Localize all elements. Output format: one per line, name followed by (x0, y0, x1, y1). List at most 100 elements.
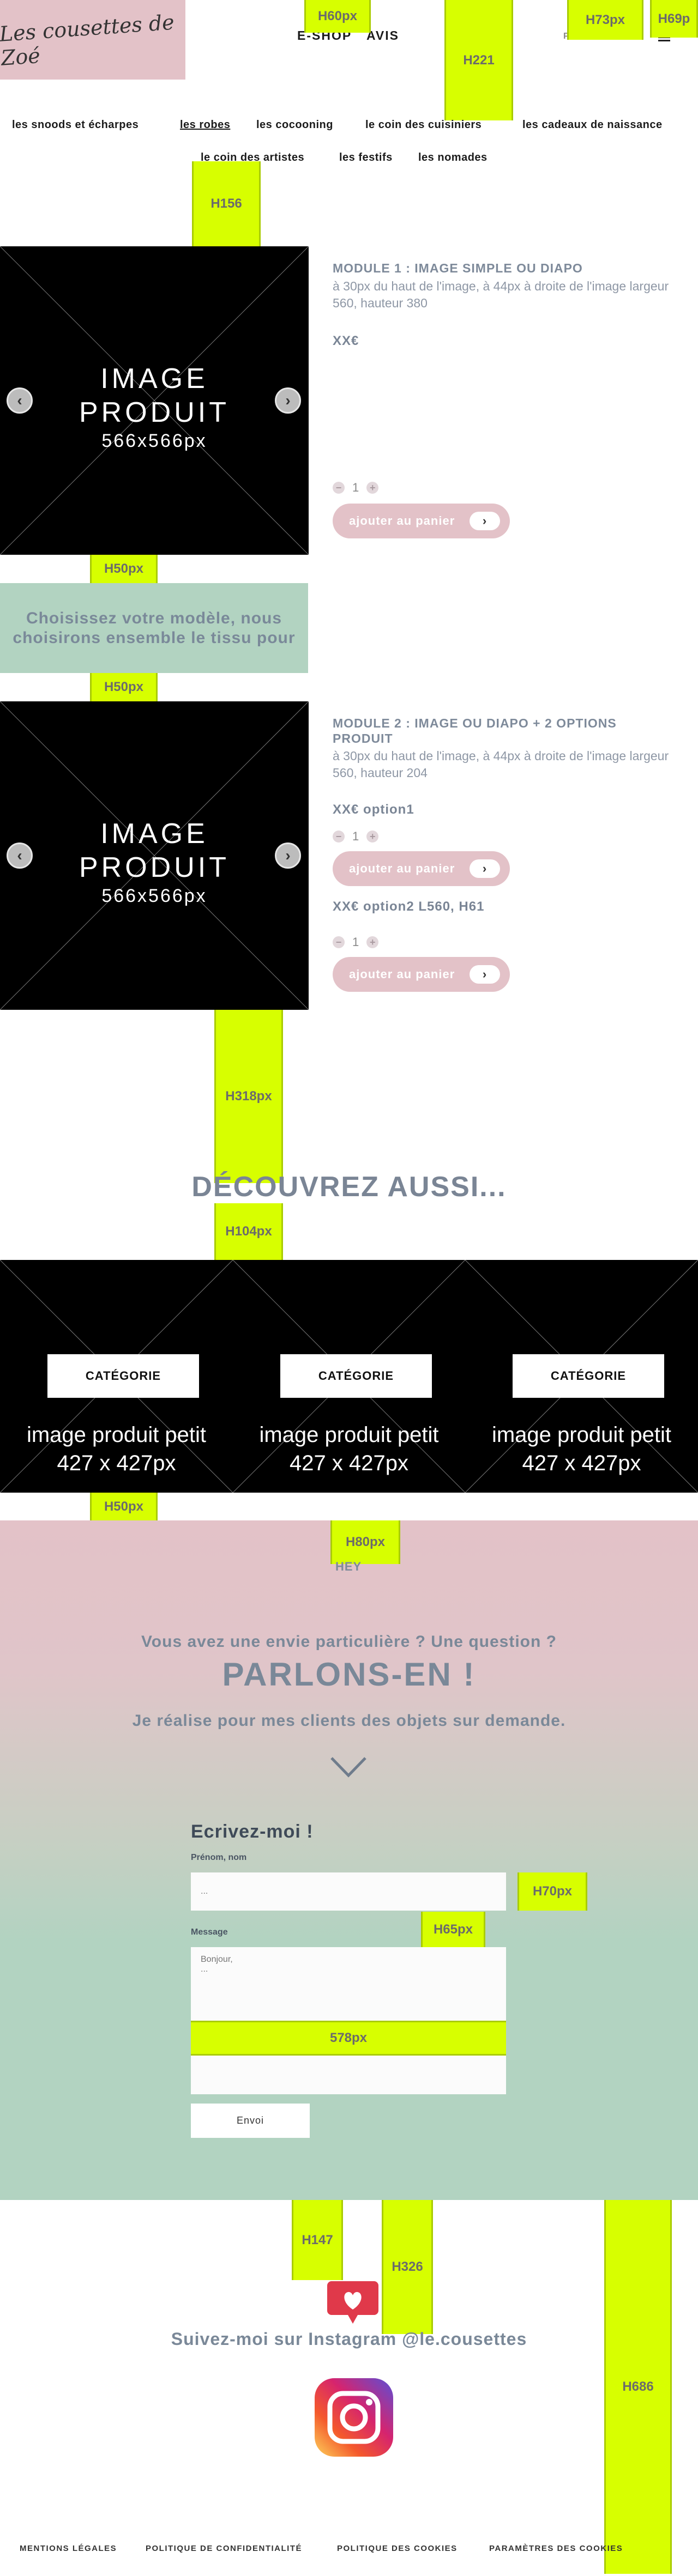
carousel-next-icon[interactable]: › (275, 842, 301, 869)
card-label: image produit petit (26, 1423, 207, 1447)
discover-heading: DÉCOUVREZ AUSSI... (191, 1171, 507, 1203)
spec-h686: H686 (604, 2200, 672, 2574)
category-button[interactable]: CATÉGORIE (280, 1354, 432, 1398)
image-size: 566x566px (101, 886, 207, 906)
footer-cookies-settings[interactable]: PARAMÈTRES DES COOKIES (489, 2544, 623, 2553)
add-to-cart-label: ajouter au panier (349, 862, 455, 875)
module2-desc: à 30px du haut de l'image, à 44px à droi… (333, 749, 669, 780)
contact-headline: PARLONS-EN ! (222, 1656, 476, 1693)
quantity-value: 1 (352, 935, 359, 949)
cat-festifs[interactable]: les festifs (339, 151, 393, 164)
card-label: image produit petit (491, 1423, 672, 1447)
card-size: 427 x 427px (522, 1451, 641, 1475)
nav-avis[interactable]: AVIS (366, 28, 399, 43)
hey-label: HEY (335, 1560, 362, 1573)
image-label-2: PRODUIT (79, 397, 230, 428)
carousel-prev-icon[interactable]: ‹ (7, 387, 33, 414)
plus-icon[interactable]: + (366, 831, 379, 842)
quantity-stepper[interactable]: − 1 + (333, 481, 379, 495)
site-logo[interactable]: Les cousettes de Zoé (0, 0, 185, 80)
image-label-1: IMAGE (100, 818, 208, 850)
category-button[interactable]: CATÉGORIE (47, 1354, 199, 1398)
module2-title: MODULE 2 : IMAGE OU DIAPO + 2 OPTIONS PR… (333, 716, 617, 745)
instagram-text: Suivez-moi sur Instagram @le.cousettes (171, 2329, 527, 2349)
minus-icon[interactable]: − (333, 936, 345, 948)
chevron-right-icon: › (470, 859, 500, 878)
module1-desc: à 30px du haut de l'image, à 44px à droi… (333, 279, 669, 310)
plus-icon[interactable]: + (366, 936, 379, 948)
cat-cocooning[interactable]: les cocooning (256, 119, 333, 131)
product-image-2[interactable]: IMAGE PRODUIT 566x566px ‹ › (0, 701, 309, 1010)
category-card-3[interactable]: CATÉGORIE image produit petit 427 x 427p… (465, 1260, 698, 1493)
cat-robes[interactable]: les robes (180, 119, 230, 131)
spec-h69: H69p (650, 0, 698, 38)
cat-naissance[interactable]: les cadeaux de naissance (522, 119, 663, 131)
name-field[interactable] (191, 1872, 506, 1911)
heart-like-icon (327, 2281, 378, 2324)
add-to-cart-button[interactable]: ajouter au panier › (333, 504, 510, 538)
card-size: 427 x 427px (57, 1451, 176, 1475)
spec-h221: H221 (444, 0, 513, 120)
plus-icon[interactable]: + (366, 482, 379, 494)
add-to-cart-label: ajouter au panier (349, 967, 455, 981)
image-label-1: IMAGE (100, 363, 208, 395)
spec-h65: H65px (421, 1912, 485, 1947)
option1-quantity-stepper[interactable]: − 1 + (333, 829, 379, 844)
send-button[interactable]: Envoi (191, 2104, 310, 2138)
spec-h60: H60px (304, 0, 371, 33)
message-label: Message (191, 1928, 228, 1937)
spec-h147: H147 (292, 2200, 343, 2280)
name-label: Prénom, nom (191, 1853, 247, 1862)
image-size: 566x566px (101, 431, 207, 451)
contact-subline: Je réalise pour mes clients des objets s… (132, 1712, 566, 1730)
spec-h318: H318px (214, 1010, 283, 1183)
minus-icon[interactable]: − (333, 831, 345, 842)
choose-banner: Choisissez votre modèle, nous choisirons… (0, 583, 308, 673)
product-image-1[interactable]: IMAGE PRODUIT 566x566px ‹ › (0, 246, 309, 555)
option2-add-to-cart-button[interactable]: ajouter au panier › (333, 957, 510, 992)
module1-price: XX€ (333, 334, 359, 348)
category-button[interactable]: CATÉGORIE (513, 1354, 664, 1398)
footer-cookies-policy[interactable]: POLITIQUE DES COOKIES (337, 2544, 458, 2553)
chevron-right-icon: › (470, 512, 500, 530)
cat-cuisiniers[interactable]: le coin des cuisiniers (365, 119, 482, 131)
logo-text: Les cousettes de Zoé (0, 10, 175, 70)
cat-nomades[interactable]: les nomades (418, 151, 488, 164)
carousel-prev-icon[interactable]: ‹ (7, 842, 33, 869)
spec-h50-b: H50px (90, 673, 158, 701)
footer-mentions[interactable]: MENTIONS LÉGALES (20, 2544, 117, 2553)
contact-section (0, 1520, 698, 2200)
option2-price: XX€ option2 L560, H61 (333, 899, 485, 914)
spec-h156: H156 (192, 161, 261, 246)
contact-question: Vous avez une envie particulière ? Une q… (141, 1633, 557, 1651)
category-card-1[interactable]: CATÉGORIE image produit petit 427 x 427p… (0, 1260, 233, 1493)
add-to-cart-label: ajouter au panier (349, 514, 455, 528)
spec-h80: H80px (330, 1520, 400, 1564)
form-title: Ecrivez-moi ! (191, 1821, 314, 1842)
spec-h104: H104px (214, 1203, 283, 1260)
carousel-next-icon[interactable]: › (275, 387, 301, 414)
module1-title: MODULE 1 : IMAGE SIMPLE OU DIAPO (333, 261, 583, 275)
spec-w578: 578px (191, 2021, 506, 2056)
card-size: 427 x 427px (290, 1451, 408, 1475)
chevron-down-icon (330, 1757, 366, 1778)
quantity-value: 1 (352, 829, 359, 843)
category-card-2[interactable]: CATÉGORIE image produit petit 427 x 427p… (233, 1260, 465, 1493)
spec-h70: H70px (518, 1872, 587, 1911)
choose-text: Choisissez votre modèle, nous choisirons… (13, 609, 296, 647)
quantity-value: 1 (352, 481, 359, 494)
chevron-right-icon: › (470, 965, 500, 984)
minus-icon[interactable]: − (333, 482, 345, 494)
spec-h50-a: H50px (90, 555, 158, 583)
image-label-2: PRODUIT (79, 852, 230, 883)
option1-price: XX€ option1 (333, 802, 414, 817)
spec-h326: H326 (382, 2200, 433, 2334)
cat-snoods[interactable]: les snoods et écharpes (12, 119, 139, 131)
card-label: image produit petit (259, 1423, 439, 1447)
footer-privacy[interactable]: POLITIQUE DE CONFIDENTIALITÉ (146, 2544, 302, 2553)
option1-add-to-cart-button[interactable]: ajouter au panier › (333, 851, 510, 886)
spec-h50-c: H50px (90, 1493, 158, 1520)
instagram-icon[interactable] (314, 2377, 394, 2458)
spec-h73: H73px (567, 0, 643, 40)
option2-quantity-stepper[interactable]: − 1 + (333, 935, 379, 949)
